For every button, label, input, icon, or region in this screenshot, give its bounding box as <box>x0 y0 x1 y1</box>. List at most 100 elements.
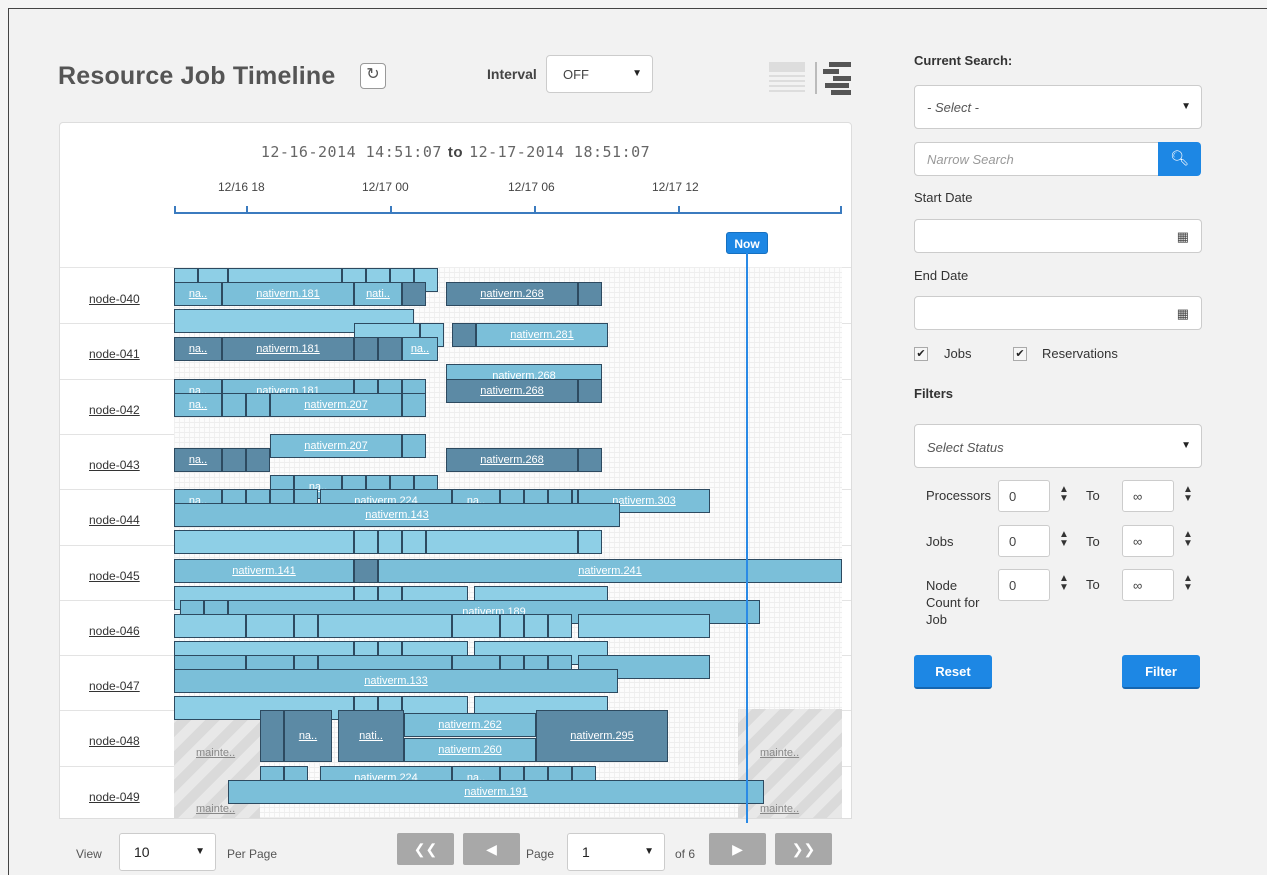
job-bar[interactable] <box>578 378 602 403</box>
node-count-min-input[interactable]: 0 <box>998 569 1050 601</box>
job-bar[interactable] <box>402 282 426 306</box>
node-link[interactable]: node-040 <box>89 292 140 306</box>
job-bar[interactable] <box>354 337 378 362</box>
first-page-button[interactable]: ❮❮ <box>397 833 454 865</box>
jobs-checkbox[interactable]: ✔ <box>914 347 928 361</box>
job-bar[interactable]: nati.. <box>338 710 404 763</box>
job-bar[interactable]: nativerm.260 <box>404 738 536 763</box>
spinner-icon[interactable]: ▲ ▼ <box>1058 574 1070 593</box>
job-bar[interactable]: na.. <box>402 337 438 362</box>
node-link[interactable]: node-042 <box>89 403 140 417</box>
job-bar[interactable] <box>402 392 426 417</box>
job-bar[interactable] <box>354 530 378 555</box>
job-bar[interactable] <box>524 613 548 638</box>
job-bar[interactable] <box>354 558 378 583</box>
node-link[interactable]: node-046 <box>89 624 140 638</box>
node-link[interactable]: node-047 <box>89 679 140 693</box>
spinner-icon[interactable]: ▲ ▼ <box>1058 485 1070 504</box>
interval-select[interactable]: OFF ▼ <box>546 55 653 93</box>
spinner-icon[interactable]: ▲ ▼ <box>1058 530 1070 549</box>
job-bar[interactable] <box>500 613 524 638</box>
job-bar[interactable]: nati.. <box>354 282 402 306</box>
maintenance-label[interactable]: mainte.. <box>760 747 799 759</box>
calendar-icon[interactable]: ▦ <box>1177 229 1189 245</box>
processors-min-input[interactable]: 0 <box>998 480 1050 512</box>
job-bar[interactable]: na.. <box>174 447 222 472</box>
node-link[interactable]: node-049 <box>89 790 140 804</box>
node-link[interactable]: node-045 <box>89 569 140 583</box>
spinner-icon[interactable]: ▲ ▼ <box>1182 530 1194 549</box>
node-link[interactable]: node-041 <box>89 347 140 361</box>
start-date-input[interactable]: ▦ <box>914 219 1202 253</box>
job-bar[interactable] <box>246 613 294 638</box>
reset-button[interactable]: Reset <box>914 655 992 689</box>
job-bar[interactable] <box>378 530 402 555</box>
job-bar[interactable] <box>426 530 578 555</box>
maintenance-label[interactable]: mainte.. <box>760 803 799 815</box>
job-bar[interactable] <box>452 613 500 638</box>
job-bar[interactable] <box>260 710 284 763</box>
node-link[interactable]: node-044 <box>89 513 140 527</box>
calendar-icon[interactable]: ▦ <box>1177 306 1189 322</box>
job-bar[interactable] <box>222 447 246 472</box>
list-view-icon[interactable] <box>769 60 805 96</box>
processors-max-input[interactable]: ∞ <box>1122 480 1174 512</box>
narrow-search-input[interactable]: Narrow Search <box>914 142 1160 176</box>
job-bar[interactable] <box>246 392 270 417</box>
job-bar[interactable]: nativerm.268 <box>446 378 578 403</box>
job-bar[interactable]: nativerm.295 <box>536 710 668 763</box>
spinner-icon[interactable]: ▲ ▼ <box>1182 574 1194 593</box>
job-bar[interactable]: nativerm.143 <box>174 503 620 528</box>
jobs-max-input[interactable]: ∞ <box>1122 525 1174 557</box>
per-page-select[interactable]: 10 ▼ <box>119 833 216 871</box>
page-select[interactable]: 1 ▼ <box>567 833 665 871</box>
job-bar[interactable] <box>402 433 426 458</box>
node-link[interactable]: node-043 <box>89 458 140 472</box>
prev-page-button[interactable]: ◀ <box>463 833 520 865</box>
job-bar[interactable]: nativerm.241 <box>378 558 842 583</box>
job-bar[interactable]: nativerm.262 <box>404 713 536 738</box>
refresh-button[interactable]: ↻ <box>360 63 386 89</box>
job-bar[interactable]: nativerm.141 <box>174 558 354 583</box>
last-page-button[interactable]: ❯❯ <box>775 833 832 865</box>
job-bar[interactable] <box>452 323 476 348</box>
job-bar[interactable] <box>402 530 426 555</box>
job-bar[interactable]: nativerm.181 <box>222 337 354 362</box>
job-bar[interactable] <box>578 447 602 472</box>
search-button[interactable]: 🔍︎ <box>1158 142 1201 176</box>
job-bar[interactable]: nativerm.268 <box>446 447 578 472</box>
maintenance-label[interactable]: mainte.. <box>196 747 235 759</box>
jobs-min-input[interactable]: 0 <box>998 525 1050 557</box>
end-date-input[interactable]: ▦ <box>914 296 1202 330</box>
job-bar[interactable]: nativerm.181 <box>222 282 354 306</box>
node-count-max-input[interactable]: ∞ <box>1122 569 1174 601</box>
job-bar[interactable] <box>548 613 572 638</box>
job-bar[interactable] <box>318 613 452 638</box>
job-bar[interactable] <box>578 282 602 306</box>
job-bar[interactable] <box>174 530 354 555</box>
status-select[interactable]: Select Status ▼ <box>914 424 1202 468</box>
next-page-button[interactable]: ▶ <box>709 833 766 865</box>
job-bar[interactable]: na.. <box>174 337 222 362</box>
job-bar[interactable]: na.. <box>284 710 332 763</box>
job-bar[interactable]: nativerm.268 <box>446 282 578 306</box>
job-bar[interactable]: nativerm.207 <box>270 392 402 417</box>
job-bar[interactable]: nativerm.281 <box>476 323 608 348</box>
job-bar[interactable] <box>222 392 246 417</box>
job-bar[interactable]: nativerm.207 <box>270 433 402 458</box>
job-bar[interactable]: nativerm.133 <box>174 669 618 694</box>
job-bar[interactable] <box>578 530 602 555</box>
current-search-select[interactable]: - Select - ▼ <box>914 85 1202 129</box>
job-bar[interactable] <box>174 613 246 638</box>
job-bar[interactable] <box>378 337 402 362</box>
job-bar[interactable] <box>246 447 270 472</box>
job-bar[interactable]: na.. <box>174 392 222 417</box>
filter-button[interactable]: Filter <box>1122 655 1200 689</box>
timeline-view-icon[interactable] <box>815 60 851 96</box>
spinner-icon[interactable]: ▲ ▼ <box>1182 485 1194 504</box>
reservations-checkbox[interactable]: ✔ <box>1013 347 1027 361</box>
maintenance-label[interactable]: mainte.. <box>196 803 235 815</box>
job-bar[interactable] <box>294 613 318 638</box>
job-bar[interactable]: na.. <box>174 282 222 306</box>
job-bar[interactable] <box>578 613 710 638</box>
